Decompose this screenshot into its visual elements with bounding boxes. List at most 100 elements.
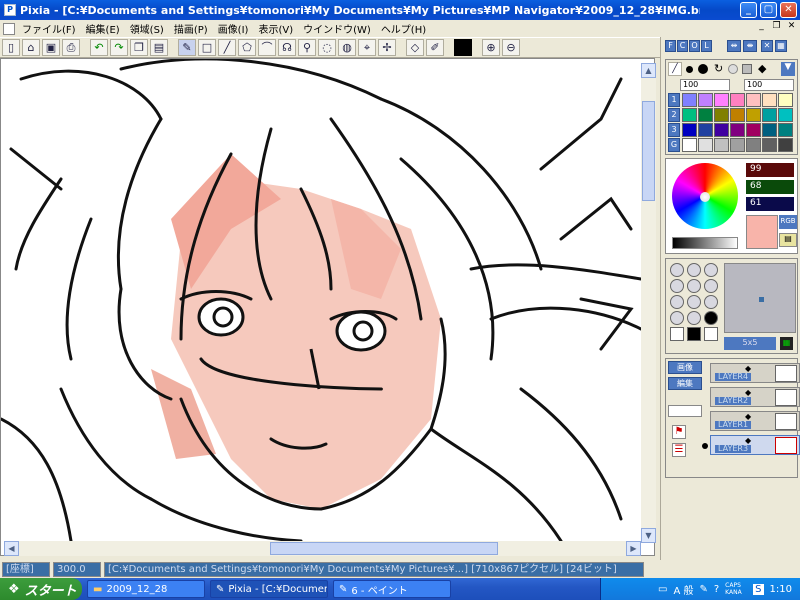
doc-icon[interactable] xyxy=(3,22,15,35)
rect-icon[interactable]: □ xyxy=(198,39,216,56)
menu-help[interactable]: ヘルプ(H) xyxy=(376,21,431,36)
brush-shape[interactable] xyxy=(670,311,684,325)
panel-close-icon[interactable]: ✕ xyxy=(761,40,773,52)
palette-color[interactable] xyxy=(762,123,777,137)
opacity-b-field[interactable]: 100 xyxy=(744,79,794,91)
new-icon[interactable]: ▯ xyxy=(2,39,20,56)
task-pixia[interactable]: ✎ Pixia - [C:¥Document... xyxy=(210,580,328,598)
mdi-restore-icon[interactable]: ❐ xyxy=(770,20,783,33)
maximize-button[interactable]: ▢ xyxy=(760,2,777,18)
horizontal-scrollbar[interactable]: ◀ ▶ xyxy=(4,541,641,556)
shrink-h-icon[interactable]: ⇼ xyxy=(743,40,757,52)
zoom-in-icon[interactable]: ⊕ xyxy=(482,39,500,56)
scroll-left-icon[interactable]: ◀ xyxy=(4,541,19,556)
palette-color[interactable] xyxy=(714,108,729,122)
tab-l[interactable]: L xyxy=(701,40,712,52)
tab-c[interactable]: C xyxy=(677,40,688,52)
color-options-icon[interactable]: ▤ xyxy=(779,233,797,247)
palette-color[interactable] xyxy=(682,123,697,137)
menu-draw[interactable]: 描画(P) xyxy=(169,21,213,36)
palette-color[interactable] xyxy=(778,138,793,152)
transform-icon[interactable]: ✢ xyxy=(378,39,396,56)
brush-shape[interactable] xyxy=(704,279,718,293)
vertical-scroll-thumb[interactable] xyxy=(642,101,655,201)
palette-row-2[interactable]: 2 xyxy=(668,108,680,122)
brush-shape[interactable] xyxy=(670,295,684,309)
palette-color[interactable] xyxy=(746,93,761,107)
pen-tool-icon[interactable]: ╱ xyxy=(668,62,682,76)
ime-tool-icon[interactable]: ✎ xyxy=(699,584,707,595)
layer-tool-list-icon[interactable]: ☰ xyxy=(672,443,686,457)
brush-shape[interactable] xyxy=(670,263,684,277)
palette-color[interactable] xyxy=(778,108,793,122)
palette-color[interactable] xyxy=(698,108,713,122)
vertical-scrollbar[interactable]: ▲ ▼ xyxy=(641,63,656,543)
brush-shape[interactable] xyxy=(704,295,718,309)
brush-icon[interactable]: ✐ xyxy=(426,39,444,56)
palette-color[interactable] xyxy=(682,93,697,107)
task-paint[interactable]: ✎ 6 - ペイント xyxy=(333,580,451,598)
brush-shape[interactable] xyxy=(687,327,701,341)
edit-button[interactable]: 編集 xyxy=(668,377,702,390)
r-field[interactable]: 99 xyxy=(746,163,794,177)
palette-color[interactable] xyxy=(730,93,745,107)
brush-circle-icon[interactable] xyxy=(728,64,738,74)
scroll-right-icon[interactable]: ▶ xyxy=(626,541,641,556)
color-swatch[interactable] xyxy=(454,39,472,56)
lasso-icon[interactable]: ⌒ xyxy=(258,39,276,56)
minimize-button[interactable]: _ xyxy=(740,2,757,18)
paste-icon[interactable]: ▤ xyxy=(150,39,168,56)
menu-edit[interactable]: 編集(E) xyxy=(81,21,125,36)
palette-row-1[interactable]: 1 xyxy=(668,93,680,107)
layer-item-4[interactable]: ◆ LAYER4 xyxy=(710,363,800,383)
palette-color[interactable] xyxy=(730,138,745,152)
save-icon[interactable]: ▣ xyxy=(42,39,60,56)
close-button[interactable]: ✕ xyxy=(780,2,797,18)
menu-file[interactable]: ファイル(F) xyxy=(17,21,81,36)
palette-color[interactable] xyxy=(698,123,713,137)
eraser-icon[interactable]: ◇ xyxy=(406,39,424,56)
brush-shape[interactable] xyxy=(670,327,684,341)
palette-color[interactable] xyxy=(714,138,729,152)
brush-shape[interactable] xyxy=(687,279,701,293)
brush-diamond-icon[interactable]: ◆ xyxy=(758,62,766,75)
help-icon[interactable]: ? xyxy=(714,584,719,595)
layer-item-1[interactable]: ◆ LAYER1 xyxy=(710,411,800,431)
panel-grid-icon[interactable]: ▦ xyxy=(775,40,787,52)
horizontal-scroll-thumb[interactable] xyxy=(270,542,498,555)
brush-splat-icon[interactable] xyxy=(698,64,708,74)
drawing-canvas[interactable] xyxy=(0,57,655,556)
palette-row-g[interactable]: G xyxy=(668,138,680,152)
palette-color[interactable] xyxy=(714,93,729,107)
brush-more-icon[interactable]: ▼ xyxy=(781,62,795,76)
g-field[interactable]: 68 xyxy=(746,180,794,194)
brush-shape[interactable] xyxy=(687,263,701,277)
undo-icon[interactable]: ↶ xyxy=(90,39,108,56)
layer-item-3-active[interactable]: ◆ LAYER3 xyxy=(710,435,800,455)
brush-shape[interactable] xyxy=(704,263,718,277)
app-icon[interactable]: P xyxy=(4,4,16,16)
mdi-minimize-icon[interactable]: _ xyxy=(755,20,768,33)
current-color-swatch[interactable] xyxy=(746,215,778,249)
brush-shape[interactable] xyxy=(704,311,718,325)
menu-view[interactable]: 表示(V) xyxy=(253,21,298,36)
print-icon[interactable]: ⎙ xyxy=(62,39,80,56)
palette-color[interactable] xyxy=(778,93,793,107)
menu-select[interactable]: 領域(S) xyxy=(125,21,169,36)
palette-color[interactable] xyxy=(714,123,729,137)
scroll-down-icon[interactable]: ▼ xyxy=(641,528,656,543)
brush-shape[interactable] xyxy=(670,279,684,293)
select-icon[interactable]: ◌ xyxy=(318,39,336,56)
palette-color[interactable] xyxy=(778,123,793,137)
layer-item-2[interactable]: ◆ LAYER2 xyxy=(710,387,800,407)
palette-color[interactable] xyxy=(730,123,745,137)
palette-color[interactable] xyxy=(682,108,697,122)
palette-color[interactable] xyxy=(746,123,761,137)
copy-icon[interactable]: ❐ xyxy=(130,39,148,56)
task-folder[interactable]: ▬ 2009_12_28 xyxy=(87,580,205,598)
pen-icon[interactable]: ✎ xyxy=(178,39,196,56)
b-field[interactable]: 61 xyxy=(746,197,794,211)
start-button[interactable]: ❖ スタート xyxy=(0,578,82,600)
palette-color[interactable] xyxy=(730,108,745,122)
wand-icon[interactable]: ⚲ xyxy=(298,39,316,56)
